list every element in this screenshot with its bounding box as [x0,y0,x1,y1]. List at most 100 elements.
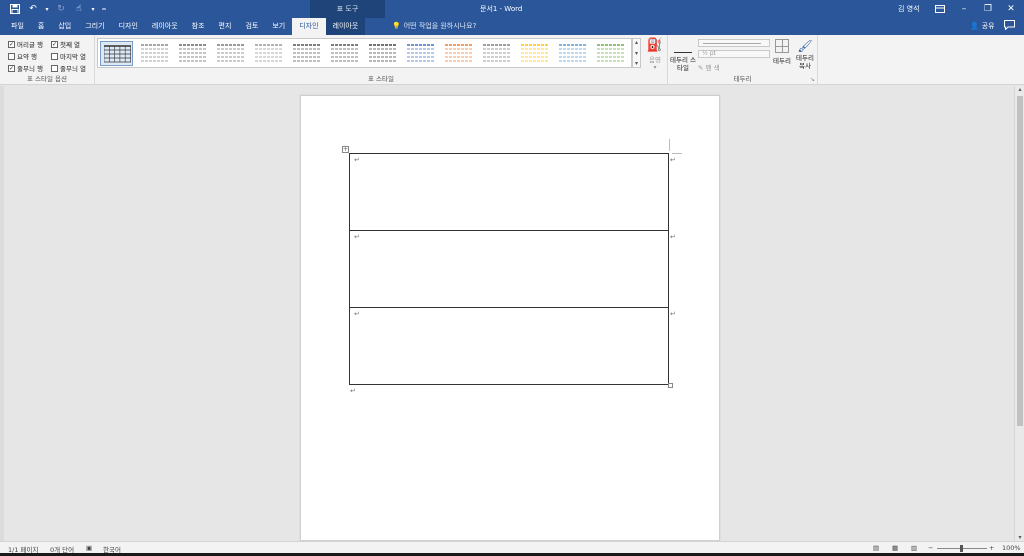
share-button[interactable]: 👤 공유 [970,18,995,35]
ribbon-display-options-icon[interactable] [928,0,952,18]
ribbon: ✓ 머리글 행 ✓ 첫째 열 요약 행 마지막 열 ✓ 줄무늬 행 줄무늬 열 … [0,35,1024,85]
table-row-divider [350,230,668,231]
tab-table-design[interactable]: 디자인 [292,18,326,35]
paint-bucket-icon: ⛽ [646,38,664,53]
border-painter-icon: 🖌 [797,39,813,53]
tab-insert[interactable]: 삽입 [51,18,78,35]
group-label: 표 스타일 옵션 [26,75,67,83]
pen-color-button[interactable]: ✎ 펜 색 [698,62,720,72]
scroll-up-arrow-icon[interactable]: ▴ [1015,86,1024,93]
line-weight-value: ½ pt [702,50,716,57]
table-style-thumbnail[interactable] [214,41,247,66]
tab-draw[interactable]: 그리기 [78,18,111,35]
crop-mark [669,139,670,151]
vertical-scrollbar[interactable]: ▴ ▾ [1014,86,1024,541]
table-style-thumbnail[interactable] [442,41,475,66]
border-styles-button[interactable]: 테두리 스타일 [670,39,696,72]
tab-review[interactable]: 검토 [238,18,265,35]
header-row-checkbox[interactable]: ✓ 머리글 행 [8,39,43,49]
zoom-out-icon[interactable]: − [928,544,933,552]
table-style-preview-icon [559,44,586,62]
read-mode-icon[interactable]: ▤ [873,544,879,552]
table-style-thumbnail[interactable] [176,41,209,66]
line-style-combo[interactable] [698,39,770,47]
redo-icon[interactable]: ↻ [54,2,68,16]
border-styles-label: 테두리 스타일 [670,56,696,72]
tab-home[interactable]: 홈 [31,18,51,35]
table-style-thumbnail[interactable] [480,41,513,66]
tab-view[interactable]: 보기 [265,18,292,35]
undo-icon[interactable]: ↶ [26,2,40,16]
table-resize-handle-icon[interactable] [668,383,673,388]
last-column-checkbox[interactable]: 마지막 열 [51,51,86,61]
row-end-mark: ↵ [670,310,676,318]
zoom-slider-thumb[interactable] [960,545,963,552]
row-end-mark: ↵ [670,233,676,241]
gallery-scroll[interactable]: ▴ ▾ ▾ [632,38,641,68]
line-weight-combo[interactable]: ½ pt [698,50,770,58]
table-style-preview-icon [445,44,472,62]
shading-button[interactable]: ⛽ 음영 ▾ [644,38,666,76]
more-icon[interactable]: ▾ [635,60,638,67]
table-style-thumbnail[interactable] [138,41,171,66]
table-style-thumbnail[interactable] [100,41,133,66]
tab-file[interactable]: 파일 [4,18,31,35]
tab-layout[interactable]: 레이아웃 [145,18,185,35]
touch-dropdown-icon[interactable]: ▾ [90,2,96,16]
cell-mark: ↵ [354,233,360,241]
minimize-icon[interactable]: – [952,0,976,18]
close-icon[interactable]: ✕ [999,0,1023,18]
zoom-in-icon[interactable]: + [989,544,994,552]
scroll-down-icon[interactable]: ▾ [635,50,638,57]
customize-qat-icon[interactable]: = [100,2,108,16]
table-styles-gallery[interactable] [97,38,632,68]
web-layout-icon[interactable]: ▥ [911,544,917,552]
pen-color-label: 펜 색 [705,64,720,72]
table-style-preview-icon [369,44,396,62]
scroll-up-icon[interactable]: ▴ [635,39,638,46]
scroll-down-arrow-icon[interactable]: ▾ [1015,534,1024,541]
banded-rows-checkbox[interactable]: ✓ 줄무늬 행 [8,63,43,73]
tell-me-search[interactable]: 💡 어떤 작업을 원하시나요? [392,18,476,35]
border-painter-button[interactable]: 🖌 테두리 복사 [793,39,817,70]
banded-columns-checkbox[interactable]: 줄무늬 열 [51,63,86,73]
cell-mark: ↵ [354,310,360,318]
table-style-thumbnail[interactable] [594,41,627,66]
user-name[interactable]: 김 영석 [898,0,920,18]
table-style-preview-icon [104,45,131,63]
table-style-thumbnail[interactable] [518,41,551,66]
borders-grid-icon [775,39,789,53]
tab-design[interactable]: 디자인 [112,18,145,35]
table-style-thumbnail[interactable] [290,41,323,66]
restore-icon[interactable]: ❐ [976,0,1000,18]
borders-button[interactable]: 테두리 [772,39,792,65]
borders-dialog-launcher-icon[interactable]: ↘ [810,76,815,83]
print-layout-icon[interactable]: ▦ [892,544,898,552]
zoom-level[interactable]: 100% [1002,544,1021,552]
first-column-checkbox[interactable]: ✓ 첫째 열 [51,39,80,49]
table-style-thumbnail[interactable] [328,41,361,66]
total-row-checkbox[interactable]: 요약 행 [8,51,37,61]
table-style-preview-icon [141,44,168,62]
cell-mark: ↵ [354,156,360,164]
total-row-label: 요약 행 [17,53,38,61]
table-style-thumbnail[interactable] [556,41,589,66]
table-style-thumbnail[interactable] [404,41,437,66]
touch-mode-icon[interactable]: ☝ [72,2,86,16]
scrollbar-thumb[interactable] [1017,96,1023,426]
tab-table-layout[interactable]: 레이아웃 [325,18,366,35]
save-icon[interactable] [8,2,22,16]
undo-dropdown-icon[interactable]: ▾ [44,2,50,16]
border-line-icon [674,39,692,53]
document-table[interactable] [349,153,669,385]
table-style-thumbnail[interactable] [366,41,399,66]
table-style-thumbnail[interactable] [252,41,285,66]
checkbox-icon [51,52,58,60]
proofing-icon[interactable]: ▣ [86,544,92,552]
tab-references[interactable]: 참조 [185,18,212,35]
row-end-mark: ↵ [670,156,676,164]
borders-button-label: 테두리 [773,57,791,65]
table-move-handle-icon[interactable]: + [342,146,349,153]
comments-icon[interactable] [1004,20,1018,33]
tab-mailings[interactable]: 편지 [212,18,239,35]
